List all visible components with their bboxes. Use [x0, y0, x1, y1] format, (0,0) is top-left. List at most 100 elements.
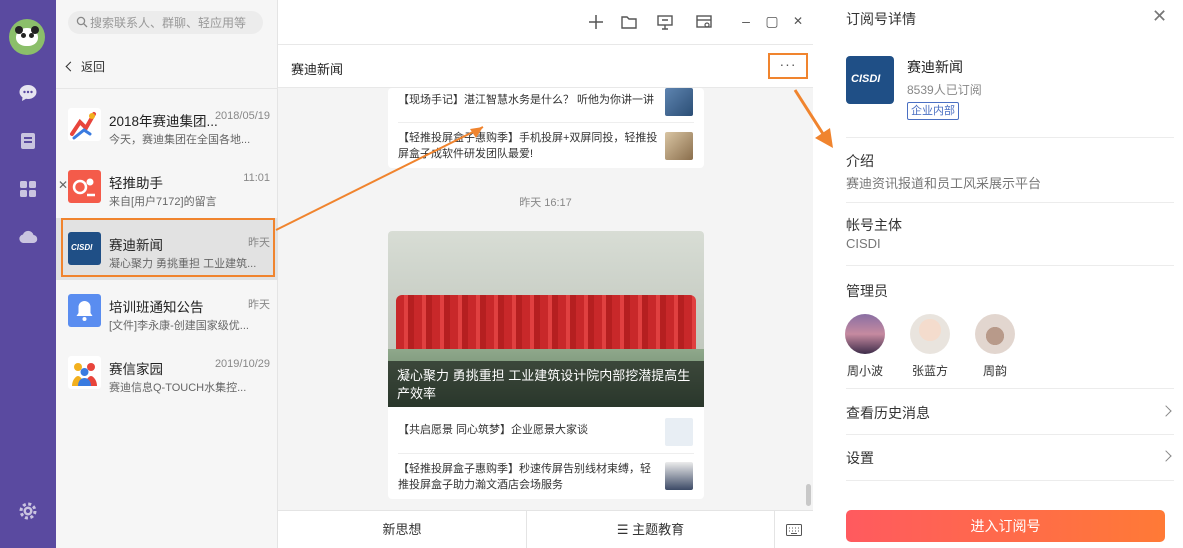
- view-history-label: 查看历史消息: [846, 405, 930, 421]
- search-icon: [76, 16, 88, 28]
- news-item[interactable]: 【轻推投屏盒子惠购季】手机投屏+双屏同投，轻推投屏盒子成软件研发团队最爱!: [398, 130, 658, 162]
- menu-item-theme-education[interactable]: ☰ 主题教育: [527, 511, 774, 548]
- settings-label: 设置: [846, 450, 874, 466]
- cisdi-logo: CISDI: [846, 56, 894, 104]
- admin-item[interactable]: 周韵: [970, 314, 1020, 379]
- chat-header: 赛迪新闻 ···: [278, 44, 813, 88]
- divider: [846, 202, 1174, 203]
- chevron-left-icon: [65, 61, 76, 72]
- news-item-title: 【共启愿景 同心筑梦】企业愿景大家谈: [398, 424, 589, 436]
- search-input[interactable]: [90, 11, 260, 34]
- detail-panel-title: 订阅号详情: [846, 11, 916, 27]
- intro-label: 介绍: [846, 153, 874, 169]
- divider: [846, 137, 1174, 138]
- conversation-preview: 今天，赛迪集团在全国各地...: [109, 134, 251, 146]
- window-settings-icon[interactable]: [695, 13, 713, 31]
- panda-eye: [29, 33, 34, 38]
- news-card: 【现场手记】湛江智慧水务是什么？ 听他为你讲一讲 【轻推投屏盒子惠购季】手机投屏…: [388, 88, 704, 168]
- news-headline: 凝心聚力 勇挑重担 工业建筑设计院内部挖潜提高生产效率: [397, 368, 691, 401]
- chevron-right-icon: [1160, 450, 1172, 462]
- conversation-time: 2018/05/19: [214, 110, 270, 122]
- admin-item[interactable]: 张蓝方: [905, 314, 955, 379]
- owner-value: CISDI: [846, 236, 881, 251]
- divider: [846, 265, 1174, 266]
- more-options-button[interactable]: ···: [768, 53, 808, 79]
- conversation-thumb-sports: [68, 108, 101, 141]
- chat-title: 赛迪新闻: [291, 62, 344, 77]
- user-avatar[interactable]: [9, 19, 45, 55]
- news-item-title: 【轻推投屏盒子惠购季】手机投屏+双屏同投，轻推投屏盒子成软件研发团队最爱!: [398, 132, 658, 160]
- search-box[interactable]: [68, 11, 263, 34]
- conversation-name: 轻推助手: [109, 176, 163, 191]
- conversation-preview: 赛迪信息Q-TOUCH水集控...: [109, 382, 247, 394]
- scrollbar[interactable]: [806, 484, 811, 506]
- message-timestamp: 昨天 16:17: [519, 197, 572, 209]
- admins-label: 管理员: [846, 283, 888, 299]
- photo-group-crowd: [396, 295, 696, 355]
- divider: [398, 122, 694, 123]
- settings-row[interactable]: 设置: [846, 434, 1174, 480]
- conversation-time: 2019/10/29: [214, 358, 270, 370]
- news-thumb-image: [665, 88, 693, 116]
- chat-panel: – ▢ ✕ 赛迪新闻 ··· 【现场手记】湛江智慧水务是什么？ 听他为你讲一讲 …: [278, 0, 813, 548]
- back-label: 返回: [81, 60, 106, 74]
- admin-item[interactable]: 周小波: [840, 314, 890, 379]
- folder-icon[interactable]: [620, 13, 638, 31]
- news-thumb-image: [665, 132, 693, 160]
- admin-name: 张蓝方: [911, 364, 948, 378]
- admin-name: 周小波: [846, 364, 883, 378]
- apps-grid-icon[interactable]: [17, 178, 39, 200]
- view-history-row[interactable]: 查看历史消息: [846, 389, 1174, 435]
- internal-badge: 企业内部: [907, 102, 959, 120]
- conversation-preview: 来自[用户7172]的留言: [109, 196, 217, 208]
- subscription-menu-bar: 新思想 ☰ 主题教育: [278, 510, 813, 548]
- conversation-item[interactable]: ✕ 轻推助手 11:01 来自[用户7172]的留言: [56, 156, 278, 218]
- conversation-item[interactable]: 赛信家园 2019/10/29 赛迪信息Q-TOUCH水集控...: [56, 342, 278, 404]
- conversation-time: 昨天: [248, 299, 270, 311]
- conversation-name: 赛信家园: [109, 362, 163, 377]
- selection-highlight-box: [61, 218, 275, 277]
- close-window-button[interactable]: ✕: [791, 13, 805, 29]
- news-item-title: 【现场手记】湛江智慧水务是什么？ 听他为你讲一讲: [398, 94, 655, 106]
- cloud-icon[interactable]: [17, 226, 39, 248]
- news-card: 凝心聚力 勇挑重担 工业建筑设计院内部挖潜提高生产效率 【共启愿景 同心筑梦】企…: [388, 231, 704, 499]
- window-toolbar: – ▢ ✕: [278, 0, 813, 44]
- news-item-title: 【轻推投屏盒子惠购季】秒速传屏告别线材束缚，轻推投屏盒子助力瀚文酒店会场服务: [398, 463, 651, 491]
- admin-avatar: [845, 314, 885, 354]
- conversation-name: 培训班通知公告: [109, 300, 204, 315]
- enter-subscription-button[interactable]: 进入订阅号: [846, 510, 1165, 542]
- divider: [398, 453, 694, 454]
- news-item[interactable]: 【轻推投屏盒子惠购季】秒速传屏告别线材束缚，轻推投屏盒子助力瀚文酒店会场服务: [398, 461, 658, 493]
- chevron-right-icon: [1160, 405, 1172, 417]
- panda-eye: [21, 33, 26, 38]
- presentation-icon[interactable]: [656, 13, 674, 31]
- contacts-book-icon[interactable]: [17, 130, 39, 152]
- menu-item-new-thought[interactable]: 新思想: [278, 511, 526, 548]
- admin-name: 周韵: [982, 364, 1007, 378]
- back-button[interactable]: 返回: [65, 58, 106, 75]
- keyboard-icon[interactable]: [775, 511, 813, 548]
- close-icon[interactable]: ✕: [58, 178, 68, 192]
- maximize-button[interactable]: ▢: [765, 13, 779, 29]
- minimize-button[interactable]: –: [739, 13, 753, 29]
- settings-gear-icon[interactable]: [17, 500, 39, 522]
- conversation-name: 2018年赛迪集团...: [109, 114, 218, 129]
- conversation-item[interactable]: 培训班通知公告 昨天 [文件]李永康-创建国家级优...: [56, 280, 278, 342]
- divider: [56, 88, 278, 89]
- news-item[interactable]: 【现场手记】湛江智慧水务是什么？ 听他为你讲一讲: [398, 92, 693, 108]
- chat-bubble-icon[interactable]: [17, 82, 39, 104]
- subscription-detail-panel: 订阅号详情 ✕ CISDI 赛迪新闻 8539人已订阅 企业内部 介绍 赛迪资讯…: [828, 0, 1183, 548]
- news-cover-photo[interactable]: 凝心聚力 勇挑重担 工业建筑设计院内部挖潜提高生产效率: [388, 231, 704, 407]
- plus-icon[interactable]: [587, 13, 605, 31]
- news-item[interactable]: 【共启愿景 同心筑梦】企业愿景大家谈: [398, 422, 693, 438]
- conversation-time: 11:01: [243, 172, 270, 184]
- close-icon[interactable]: ✕: [1152, 7, 1167, 25]
- app-sidebar: [0, 0, 56, 548]
- account-name: 赛迪新闻: [907, 59, 963, 75]
- cisdi-logo-text: CISDI: [851, 73, 881, 85]
- bell-icon: [68, 294, 101, 327]
- subscriber-count: 8539人已订阅: [907, 83, 982, 97]
- conversation-item[interactable]: 2018年赛迪集团... 2018/05/19 今天，赛迪集团在全国各地...: [56, 94, 278, 156]
- conversation-preview: [文件]李永康-创建国家级优...: [109, 320, 249, 332]
- news-thumb-image: [665, 462, 693, 490]
